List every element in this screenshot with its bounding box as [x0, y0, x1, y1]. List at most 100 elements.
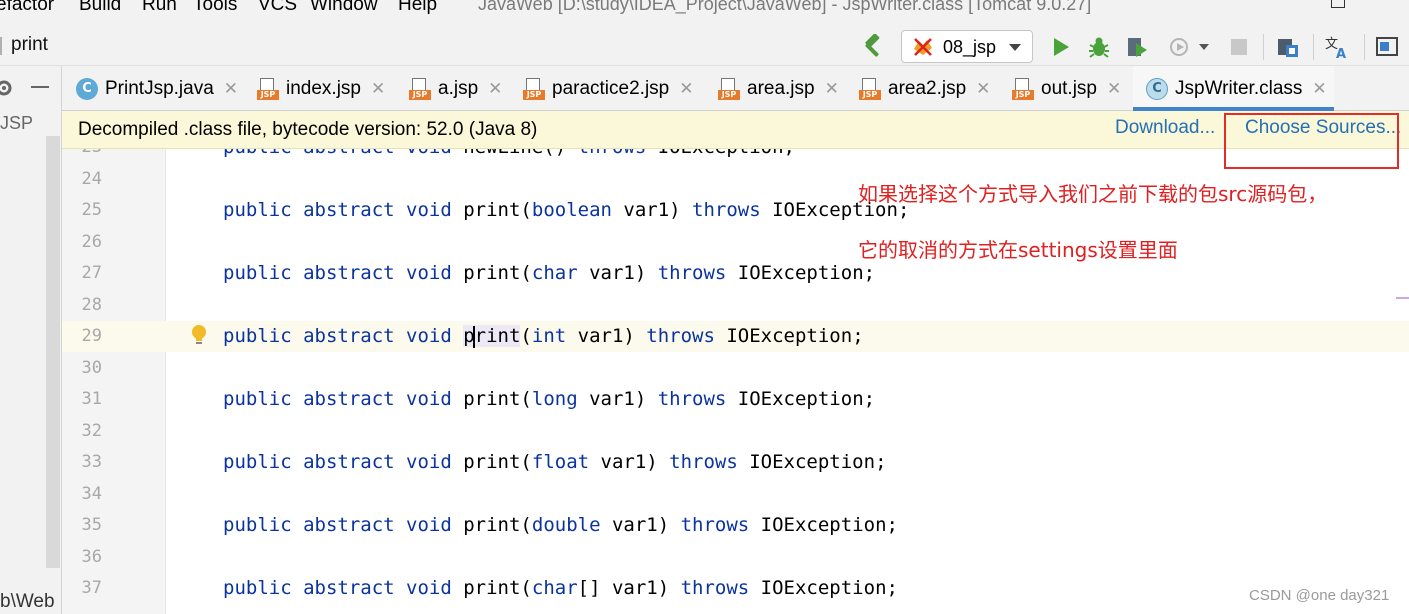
code-line[interactable]: 35 public abstract void print(double var1… — [62, 510, 1409, 541]
debug-icon[interactable] — [1087, 35, 1111, 59]
tab-area-jsp[interactable]: JSP area.jsp ✕ — [718, 66, 839, 111]
window-title: JavaWeb [D:\study\IDEA_Project\JavaWeb] … — [478, 0, 1092, 14]
stop-icon[interactable] — [1229, 37, 1249, 57]
method-name: print — [463, 388, 521, 410]
code-text: public abstract void print(boolean var1)… — [223, 199, 910, 221]
tomcat-config-icon — [911, 35, 935, 59]
param-type: float — [531, 451, 590, 473]
close-icon[interactable]: ✕ — [488, 79, 502, 99]
run-icon[interactable] — [1050, 36, 1072, 58]
param-type: double — [531, 514, 601, 536]
download-link[interactable]: Download... — [1115, 117, 1215, 139]
param-rest: [] var1) — [577, 577, 681, 599]
close-icon[interactable]: ✕ — [371, 79, 385, 99]
jsp-file-icon: JSP — [523, 77, 545, 100]
menu-help[interactable]: Help — [398, 0, 437, 15]
line-number: 28 — [81, 294, 102, 315]
param-rest: var1) — [566, 325, 647, 347]
project-tool-window: JSP b\Web — [0, 66, 62, 614]
param-type: char — [531, 262, 578, 284]
code-keywords: public abstract void — [223, 451, 464, 473]
param-rest: var1) — [611, 199, 693, 221]
menu-run[interactable]: Run — [142, 0, 177, 15]
code-line[interactable]: 23 public abstract void newLine() throws … — [62, 149, 1409, 163]
tab-out-jsp[interactable]: JSP out.jsp ✕ — [1012, 66, 1121, 111]
code-line[interactable]: 27 public abstract void print(char var1) … — [62, 258, 1409, 289]
line-number: 27 — [81, 263, 102, 283]
line-number: 34 — [81, 483, 102, 504]
code-keywords: public abstract void — [223, 149, 463, 158]
collapse-icon[interactable] — [31, 86, 49, 88]
code-editor[interactable]: 23 public abstract void newLine() throws … — [62, 149, 1409, 614]
param-rest: var1) — [577, 388, 658, 410]
tab-a-jsp[interactable]: JSP a.jsp ✕ — [409, 66, 502, 111]
menu-bar: efactor Build Run Tools VCS Window Help … — [0, 0, 1409, 15]
tab-label: out.jsp — [1041, 77, 1097, 99]
breadcrumb-separator — [0, 37, 2, 55]
code-text: public abstract void newLine() throws IO… — [223, 149, 795, 163]
translate-icon[interactable]: 文A — [1324, 34, 1350, 60]
presentation-icon[interactable] — [1375, 36, 1399, 58]
tab-label: index.jsp — [286, 77, 361, 99]
code-text: public abstract void print(char var1) th… — [223, 262, 876, 284]
close-icon[interactable]: ✕ — [1312, 79, 1326, 99]
breadcrumb[interactable]: print — [11, 34, 48, 56]
annotation-line-2: 它的取消的方式在settings设置里面 — [858, 238, 1178, 262]
gear-icon[interactable] — [0, 78, 14, 103]
code-line[interactable]: 30 — [62, 353, 1409, 384]
project-tree-item[interactable]: JSP — [0, 113, 33, 134]
menu-tools[interactable]: Tools — [193, 0, 237, 15]
line-number: 26 — [81, 231, 102, 252]
profile-icon[interactable] — [1168, 35, 1192, 59]
code-keywords: public abstract void — [223, 325, 464, 347]
code-line[interactable]: 29 public abstract void print(int var1) t… — [62, 321, 1409, 352]
code-line[interactable]: 37 public abstract void print(char[] var1… — [62, 573, 1409, 604]
chevron-down-icon[interactable] — [1197, 42, 1211, 52]
menu-build[interactable]: Build — [79, 0, 121, 15]
code-line[interactable]: 36 — [62, 542, 1409, 573]
code-line[interactable]: 32 — [62, 416, 1409, 447]
build-hammer-icon[interactable] — [859, 34, 885, 60]
line-number: 23 — [68, 149, 102, 163]
code-line[interactable]: 33 public abstract void print(float var1)… — [62, 447, 1409, 478]
toolbar-separator — [1364, 34, 1365, 60]
project-path: b\Web — [0, 591, 55, 612]
library-class-icon: C — [1146, 77, 1168, 100]
tab-paractice2-jsp[interactable]: JSP paractice2.jsp ✕ — [523, 66, 693, 111]
close-icon[interactable]: ✕ — [976, 79, 990, 99]
menu-refactor[interactable]: efactor — [0, 0, 54, 15]
param-type: char — [531, 577, 578, 599]
jsp-file-icon: JSP — [718, 77, 740, 100]
close-icon[interactable]: ✕ — [1107, 79, 1121, 99]
code-line[interactable]: 34 — [62, 479, 1409, 510]
intention-bulb-icon[interactable] — [190, 324, 208, 353]
code-line[interactable]: 26 — [62, 227, 1409, 258]
code-keywords: public abstract void — [223, 262, 464, 284]
maximize-icon[interactable] — [1331, 0, 1345, 8]
highlight-box — [1224, 113, 1399, 169]
code-keywords: public abstract void — [223, 514, 464, 536]
run-configuration-select[interactable]: 08_jsp — [901, 30, 1033, 63]
tab-index-jsp[interactable]: JSP index.jsp ✕ — [257, 66, 385, 111]
menu-vcs[interactable]: VCS — [258, 0, 297, 15]
coverage-icon[interactable] — [1125, 35, 1149, 59]
jsp-file-icon: JSP — [1012, 77, 1034, 100]
line-number: 37 — [81, 578, 102, 598]
annotation-line-1: 如果选择这个方式导入我们之前下载的包src源码包， — [858, 182, 1328, 206]
svg-text:A: A — [1336, 47, 1346, 60]
close-icon[interactable]: ✕ — [679, 79, 693, 99]
tab-jspwriter-class[interactable]: C JspWriter.class ✕ — [1133, 66, 1334, 111]
line-number: 36 — [81, 546, 102, 567]
close-icon[interactable]: ✕ — [224, 79, 238, 99]
close-icon[interactable]: ✕ — [825, 79, 839, 99]
scrollbar[interactable] — [46, 136, 60, 568]
menu-window[interactable]: Window — [310, 0, 378, 15]
chevron-down-icon — [1009, 44, 1021, 51]
tab-label: paractice2.jsp — [552, 77, 670, 99]
tab-area2-jsp[interactable]: JSP area2.jsp ✕ — [859, 66, 990, 111]
tab-printjsp-java[interactable]: C PrintJsp.java ✕ — [76, 66, 238, 111]
project-structure-icon[interactable] — [1276, 35, 1300, 59]
method-name: print — [463, 514, 521, 536]
code-line[interactable]: 28 — [62, 290, 1409, 321]
code-line[interactable]: 31 public abstract void print(long var1) … — [62, 384, 1409, 415]
